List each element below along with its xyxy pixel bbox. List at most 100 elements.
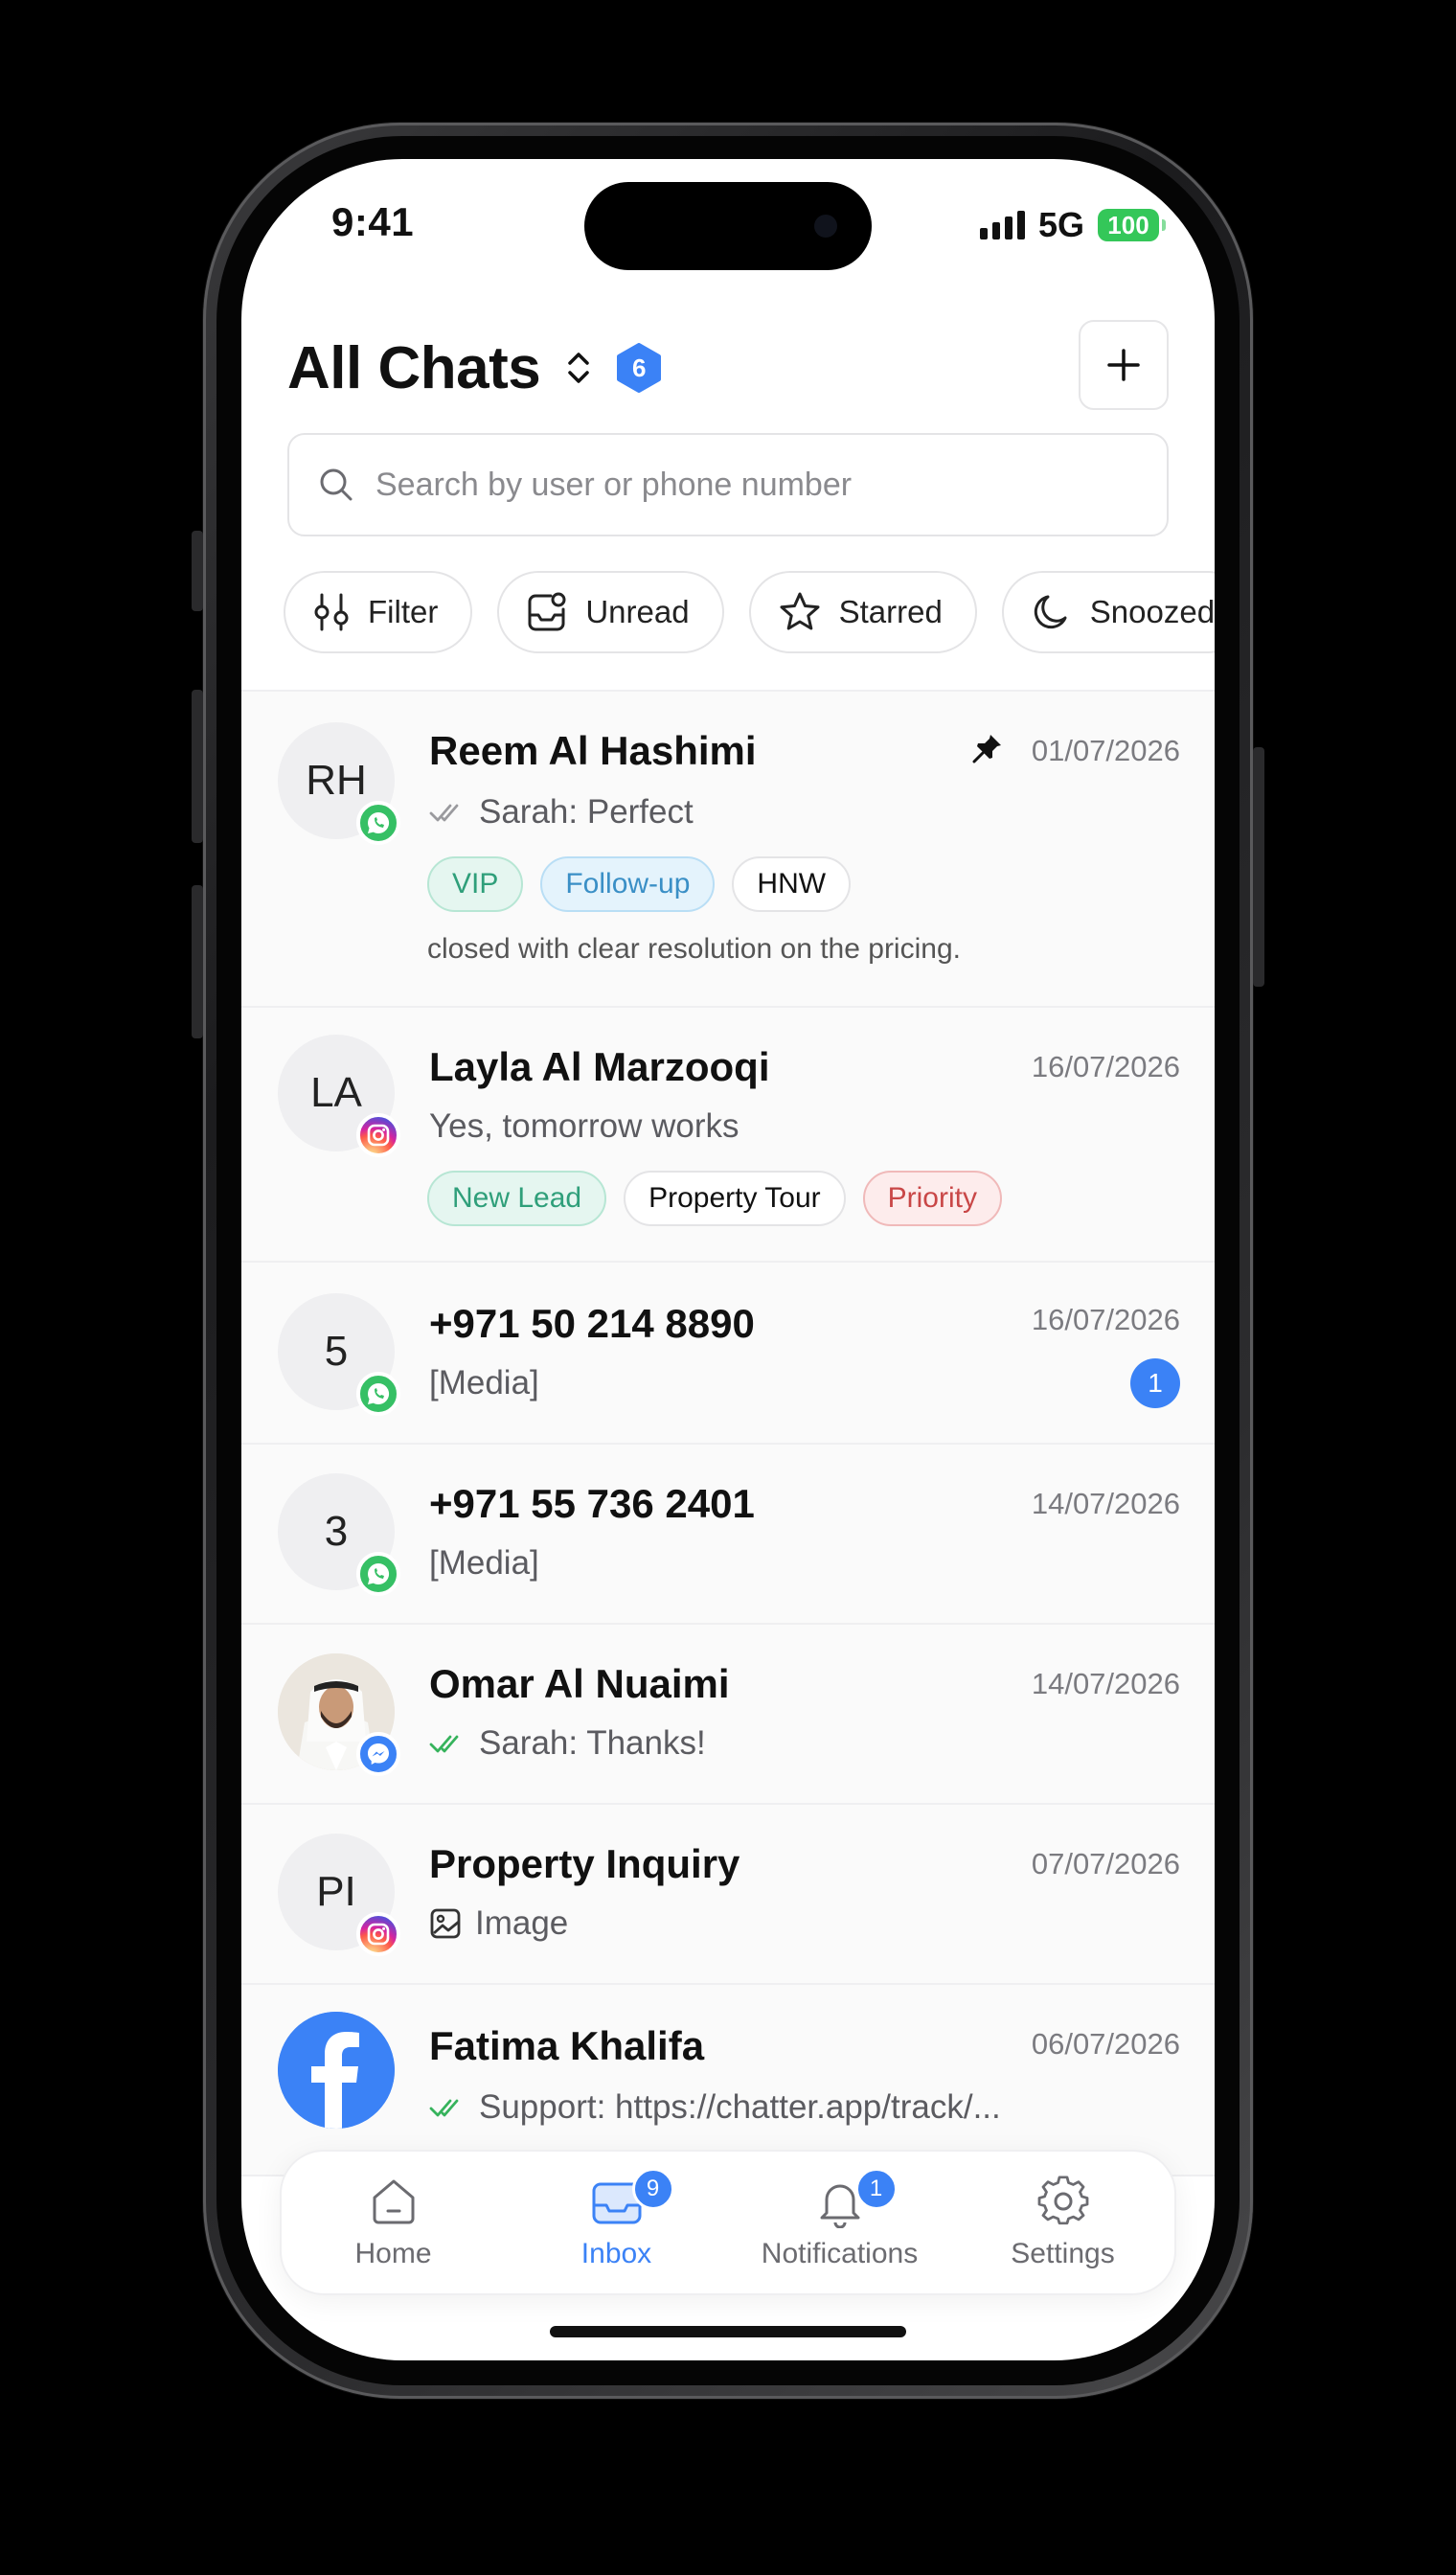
home-icon: [373, 2179, 414, 2224]
chat-preview-text: Image: [475, 1904, 569, 1942]
tag-vip[interactable]: VIP: [427, 856, 524, 912]
nav-label: Settings: [1011, 2238, 1115, 2269]
gear-icon: [1037, 2176, 1088, 2225]
chat-count: 6: [631, 353, 647, 382]
notifications-badge: 1: [854, 2168, 898, 2210]
tag-priority[interactable]: Priority: [862, 1171, 1002, 1226]
battery-level: 100: [1107, 210, 1149, 239]
chat-row[interactable]: LA Layla Al Marzooqi 16/07/2026 Yes, tom…: [241, 1008, 1215, 1263]
chat-date: 14/07/2026: [1031, 1487, 1180, 1520]
chat-name: Layla Al Marzooqi: [429, 1044, 770, 1089]
chat-count-badge: 6: [615, 343, 663, 393]
moon-icon: [1034, 595, 1067, 629]
chat-name: Reem Al Hashimi: [429, 728, 757, 773]
chat-date: 01/07/2026: [1031, 734, 1180, 767]
chat-preview: Yes, tomorrow works: [429, 1107, 739, 1146]
chat-preview-text: Sarah: Perfect: [479, 793, 694, 831]
tag-list: VIP Follow-up HNW: [427, 856, 852, 912]
chat-preview: Image: [429, 1904, 568, 1943]
chat-name: Omar Al Nuaimi: [429, 1661, 730, 1706]
tag-new-lead[interactable]: New Lead: [427, 1171, 607, 1226]
avatar-initials: RH: [306, 757, 367, 804]
chat-row[interactable]: 5 +971 50 214 8890 16/07/2026 [Media] 1: [241, 1263, 1215, 1445]
nav-notifications[interactable]: Notifications 1: [735, 2160, 945, 2285]
chat-name: Fatima Khalifa: [429, 2023, 705, 2068]
chat-preview-text: Yes, tomorrow works: [429, 1107, 739, 1145]
inbox-badge: 9: [631, 2168, 674, 2210]
filter-chip-starred[interactable]: Starred: [748, 571, 977, 653]
new-chat-button[interactable]: [1079, 320, 1169, 410]
avatar: PI: [278, 1834, 400, 1956]
home-indicator[interactable]: [550, 2326, 906, 2337]
search-box[interactable]: [287, 433, 1169, 536]
header: All Chats 6: [287, 320, 1169, 416]
image-icon: [430, 1908, 461, 1939]
unread-count-badge: 1: [1130, 1358, 1180, 1408]
chat-row[interactable]: RH Reem Al Hashimi 01/07/2026 Sarah: Per…: [241, 692, 1215, 1008]
chat-preview: [Media]: [429, 1544, 539, 1583]
plus-icon: [1107, 349, 1140, 381]
avatar-initials: PI: [316, 1868, 356, 1915]
avatar: [278, 2012, 395, 2129]
chat-row[interactable]: Omar Al Nuaimi 14/07/2026 Sarah: Thanks!: [241, 1625, 1215, 1805]
chat-date: 14/07/2026: [1031, 1667, 1180, 1700]
chat-preview: Support: https://chatter.app/track/...: [429, 2088, 1001, 2127]
tag-property-tour[interactable]: Property Tour: [624, 1171, 846, 1226]
dynamic-island: [584, 182, 872, 270]
nav-inbox[interactable]: Inbox 9: [512, 2160, 722, 2285]
status-time: 9:41: [331, 199, 415, 244]
avatar: LA: [278, 1035, 400, 1157]
filter-chip-snoozed[interactable]: Snoozed: [1001, 571, 1215, 653]
avatar: [278, 1653, 400, 1776]
avatar: 3: [278, 1473, 400, 1596]
chat-row[interactable]: 3 +971 55 736 2401 14/07/2026 [Media]: [241, 1445, 1215, 1625]
star-icon: [780, 592, 820, 630]
tag-list: New Lead Property Tour Priority: [427, 1171, 1002, 1226]
camera-icon: [814, 215, 837, 238]
messenger-icon: [356, 1732, 400, 1776]
avatar: 5: [278, 1293, 400, 1416]
chat-date: 07/07/2026: [1031, 1847, 1180, 1880]
chat-date: 16/07/2026: [1031, 1303, 1180, 1336]
bottom-nav: Home Inbox 9 Notifications 1 Settings: [280, 2150, 1176, 2295]
page-title[interactable]: All Chats: [287, 334, 541, 402]
filter-chip-label: Unread: [585, 594, 690, 629]
facebook-icon: [278, 2012, 395, 2129]
search-icon: [320, 468, 353, 501]
power-button: [1253, 747, 1264, 987]
chat-preview: Sarah: Thanks!: [429, 1724, 706, 1763]
chat-name: +971 50 214 8890: [429, 1301, 755, 1346]
filter-chip-label: Filter: [368, 594, 439, 629]
signal-icon: [979, 211, 1025, 239]
battery-icon: 100: [1098, 209, 1166, 241]
tag-hnw[interactable]: HNW: [732, 856, 852, 912]
tag-follow-up[interactable]: Follow-up: [540, 856, 716, 912]
avatar: RH: [278, 722, 400, 845]
chat-note: closed with clear resolution on the pric…: [427, 933, 961, 965]
chat-date: 16/07/2026: [1031, 1050, 1180, 1083]
filter-chip-unread[interactable]: Unread: [497, 571, 724, 653]
nav-settings[interactable]: Settings: [958, 2160, 1169, 2285]
volume-up-button: [192, 690, 203, 843]
chat-name: Property Inquiry: [429, 1841, 740, 1886]
nav-home[interactable]: Home: [288, 2160, 499, 2285]
chat-list: RH Reem Al Hashimi 01/07/2026 Sarah: Per…: [241, 690, 1215, 2176]
network-label: 5G: [1037, 205, 1084, 244]
whatsapp-icon: [356, 1552, 400, 1596]
filter-chip-label: Starred: [838, 594, 943, 629]
chat-name: +971 55 736 2401: [429, 1481, 755, 1526]
chevron-up-down-icon[interactable]: [561, 349, 596, 387]
instagram-icon: [356, 1113, 400, 1157]
instagram-icon: [356, 1912, 400, 1956]
search-input[interactable]: [375, 466, 1103, 504]
filter-chip-label: Snoozed: [1089, 594, 1215, 629]
nav-label: Inbox: [580, 2238, 652, 2269]
chat-row[interactable]: Fatima Khalifa 06/07/2026 Support: https…: [241, 1985, 1215, 2176]
pin-icon: [972, 735, 1001, 763]
avatar-initials: 3: [324, 1508, 349, 1555]
nav-label: Home: [354, 2238, 432, 2269]
chat-row[interactable]: PI Property Inquiry 07/07/2026 Image: [241, 1805, 1215, 1985]
filter-chips: Filter Unread Starred Snoozed: [284, 571, 1215, 653]
filter-chip-filter[interactable]: Filter: [284, 571, 473, 653]
chat-preview-text: Support: https://chatter.app/track/...: [479, 2088, 1001, 2126]
